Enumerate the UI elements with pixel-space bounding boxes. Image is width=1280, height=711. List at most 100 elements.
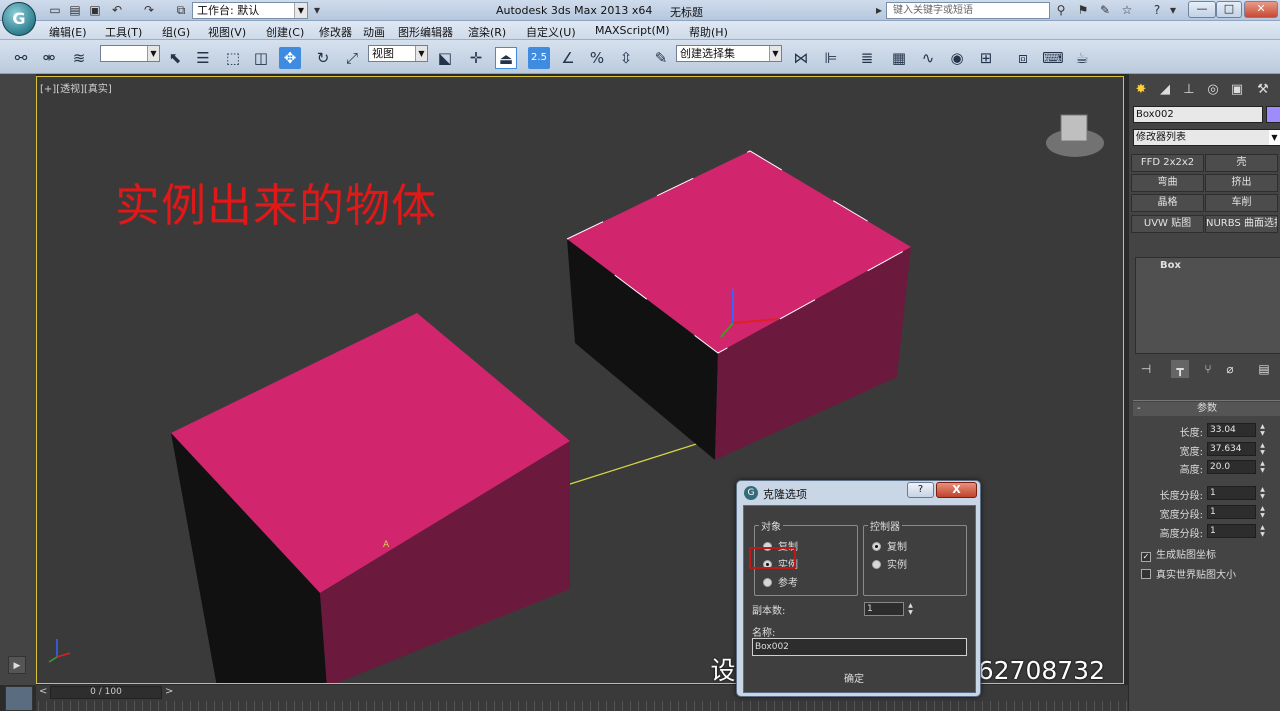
modifier-button-ffd[interactable]: FFD 2x2x2 bbox=[1131, 154, 1204, 172]
link-icon[interactable]: ⚯ bbox=[10, 47, 32, 69]
quick-access-menu-icon[interactable]: ▾ bbox=[310, 3, 324, 17]
ok-button[interactable]: 确定 bbox=[844, 670, 864, 685]
close-button[interactable]: X bbox=[936, 482, 977, 498]
edit-named-selection-icon[interactable]: ✎ bbox=[650, 47, 672, 69]
select-and-scale-icon[interactable]: ⤢ bbox=[341, 47, 363, 69]
menu-rendering[interactable]: 渲染(R) bbox=[468, 24, 506, 40]
selection-filter-dropdown[interactable]: ▼ bbox=[100, 45, 160, 62]
pin-stack-icon[interactable]: ⊣ bbox=[1137, 360, 1155, 378]
real-world-checkbox[interactable]: 真实世界贴图大小 bbox=[1141, 566, 1236, 581]
gen-mapping-checkbox[interactable]: ✓ 生成贴图坐标 bbox=[1141, 546, 1216, 562]
unlink-icon[interactable]: ⚮ bbox=[38, 47, 60, 69]
remove-modifier-icon[interactable]: ⌀ bbox=[1221, 360, 1239, 378]
spinner-icon[interactable]: ▲ ▼ bbox=[1258, 505, 1267, 519]
modifier-stack[interactable]: Box bbox=[1135, 257, 1280, 354]
spinner-icon[interactable]: ▲ ▼ bbox=[1258, 486, 1267, 500]
close-button[interactable]: ✕ bbox=[1244, 1, 1278, 18]
name-input[interactable]: Box002 bbox=[752, 638, 967, 656]
select-and-move-icon[interactable]: ✥ bbox=[279, 47, 301, 69]
width-input[interactable]: 37.634 bbox=[1207, 442, 1256, 456]
time-slider[interactable]: 0 / 100 bbox=[50, 686, 162, 699]
viewcube-icon[interactable] bbox=[1060, 114, 1088, 142]
window-crossing-icon[interactable]: ◫ bbox=[250, 47, 272, 69]
material-editor-icon[interactable]: ⊞ bbox=[975, 47, 997, 69]
bind-space-warp-icon[interactable]: ≋ bbox=[68, 47, 90, 69]
menu-animation[interactable]: 动画 bbox=[363, 24, 385, 40]
menu-maxscript[interactable]: MAXScript(M) bbox=[595, 24, 670, 37]
named-selection-set-dropdown[interactable]: 创建选择集 ▼ bbox=[676, 45, 782, 62]
height-segs-input[interactable]: 1 bbox=[1207, 524, 1256, 538]
rendered-frame-icon[interactable]: ⌨ bbox=[1042, 47, 1064, 69]
subscription-icon[interactable]: ⚑ bbox=[1076, 3, 1090, 17]
modifier-button-lathe[interactable]: 车削 bbox=[1205, 194, 1278, 212]
modifier-button-bend[interactable]: 弯曲 bbox=[1131, 174, 1204, 192]
communication-icon[interactable]: ✎ bbox=[1098, 3, 1112, 17]
search-input[interactable]: 键入关键字或短语 bbox=[886, 2, 1050, 19]
menu-group[interactable]: 组(G) bbox=[162, 24, 190, 40]
spinner-icon[interactable]: ▲ ▼ bbox=[1258, 423, 1267, 437]
length-segs-input[interactable]: 1 bbox=[1207, 486, 1256, 500]
workspace-dropdown[interactable]: 工作台: 默认 ▼ bbox=[192, 2, 308, 19]
render-production-icon[interactable]: ☕ bbox=[1071, 47, 1093, 69]
reference-coordinate-dropdown[interactable]: 视图 ▼ bbox=[368, 45, 428, 62]
object-reference-radio[interactable]: 参考 bbox=[763, 574, 798, 589]
layer-manager-icon[interactable]: ≣ bbox=[856, 47, 878, 69]
modifier-button-nurbs[interactable]: NURBS 曲面选择 bbox=[1205, 215, 1278, 233]
hierarchy-tab-icon[interactable]: ⊥ bbox=[1179, 80, 1199, 100]
open-file-icon[interactable]: ▤ bbox=[68, 3, 82, 17]
controller-instance-radio[interactable]: 实例 bbox=[872, 556, 907, 571]
spinner-icon[interactable]: ▲ ▼ bbox=[1258, 524, 1267, 538]
menu-edit[interactable]: 编辑(E) bbox=[49, 24, 87, 40]
modifier-button-shell[interactable]: 壳 bbox=[1205, 154, 1278, 172]
select-and-rotate-icon[interactable]: ↻ bbox=[312, 47, 334, 69]
select-object-icon[interactable]: ⬉ bbox=[164, 47, 186, 69]
maximize-button[interactable]: □ bbox=[1216, 1, 1242, 18]
search-arrow-icon[interactable]: ▸ bbox=[872, 3, 886, 17]
spinner-icon[interactable]: ▲ ▼ bbox=[1258, 460, 1267, 474]
menu-tools[interactable]: 工具(T) bbox=[105, 24, 142, 40]
menu-customize[interactable]: 自定义(U) bbox=[526, 24, 576, 40]
make-unique-icon[interactable]: ⑂ bbox=[1199, 360, 1217, 378]
snap-toggle-icon[interactable]: 2.5 bbox=[528, 47, 550, 69]
rectangular-selection-icon[interactable]: ⬚ bbox=[222, 47, 244, 69]
schematic-view-icon[interactable]: ◉ bbox=[946, 47, 968, 69]
render-setup-icon[interactable]: ⧈ bbox=[1012, 47, 1034, 69]
width-segs-input[interactable]: 1 bbox=[1207, 505, 1256, 519]
percent-snap-icon[interactable]: % bbox=[586, 47, 608, 69]
modifier-list-dropdown[interactable]: 修改器列表 ▼ bbox=[1133, 129, 1280, 146]
keyboard-shortcut-override-icon[interactable]: ⏏ bbox=[495, 47, 517, 69]
curve-editor-icon[interactable]: ∿ bbox=[917, 47, 939, 69]
hold-icon[interactable]: ⧉ bbox=[174, 3, 188, 17]
spinner-icon[interactable]: ▲ ▼ bbox=[906, 602, 915, 616]
object-color-swatch[interactable] bbox=[1266, 106, 1280, 123]
modify-tab-icon[interactable]: ◢ bbox=[1155, 80, 1175, 100]
object-name-field[interactable]: Box002 bbox=[1133, 106, 1263, 123]
next-frame-button[interactable]: > bbox=[165, 686, 173, 697]
spinner-icon[interactable]: ▲ ▼ bbox=[1258, 442, 1267, 456]
new-file-icon[interactable]: ▭ bbox=[48, 3, 62, 17]
menu-modifiers[interactable]: 修改器 bbox=[319, 24, 352, 40]
track-bar[interactable] bbox=[38, 701, 1128, 711]
minimize-button[interactable]: — bbox=[1188, 1, 1216, 18]
expand-arrow-icon[interactable]: ▶ bbox=[8, 656, 26, 674]
pivot-center-icon[interactable]: ⬕ bbox=[434, 47, 456, 69]
stack-item-box[interactable]: Box bbox=[1160, 260, 1181, 271]
menu-graph-editors[interactable]: 图形编辑器 bbox=[398, 24, 453, 40]
parameters-rollout-header[interactable]: - 参数 bbox=[1133, 402, 1280, 416]
menu-help[interactable]: 帮助(H) bbox=[689, 24, 728, 40]
modifier-button-lattice[interactable]: 晶格 bbox=[1131, 194, 1204, 212]
modifier-button-extrude[interactable]: 挤出 bbox=[1205, 174, 1278, 192]
create-tab-icon[interactable]: ✸ bbox=[1131, 80, 1151, 100]
copies-input[interactable]: 1 bbox=[864, 602, 904, 616]
show-end-result-icon[interactable]: ┳ bbox=[1171, 360, 1189, 378]
undo-icon[interactable]: ↶ bbox=[110, 3, 124, 17]
binoculars-icon[interactable]: ⚲ bbox=[1054, 3, 1068, 17]
spinner-snap-icon[interactable]: ⇳ bbox=[615, 47, 637, 69]
favorites-icon[interactable]: ☆ bbox=[1120, 3, 1134, 17]
utilities-tab-icon[interactable]: ⚒ bbox=[1253, 80, 1273, 100]
select-manipulate-icon[interactable]: ✛ bbox=[465, 47, 487, 69]
save-icon[interactable]: ▣ bbox=[88, 3, 102, 17]
application-menu-logo[interactable]: G bbox=[2, 2, 36, 36]
redo-icon[interactable]: ↷ bbox=[142, 3, 156, 17]
display-tab-icon[interactable]: ▣ bbox=[1227, 80, 1247, 100]
